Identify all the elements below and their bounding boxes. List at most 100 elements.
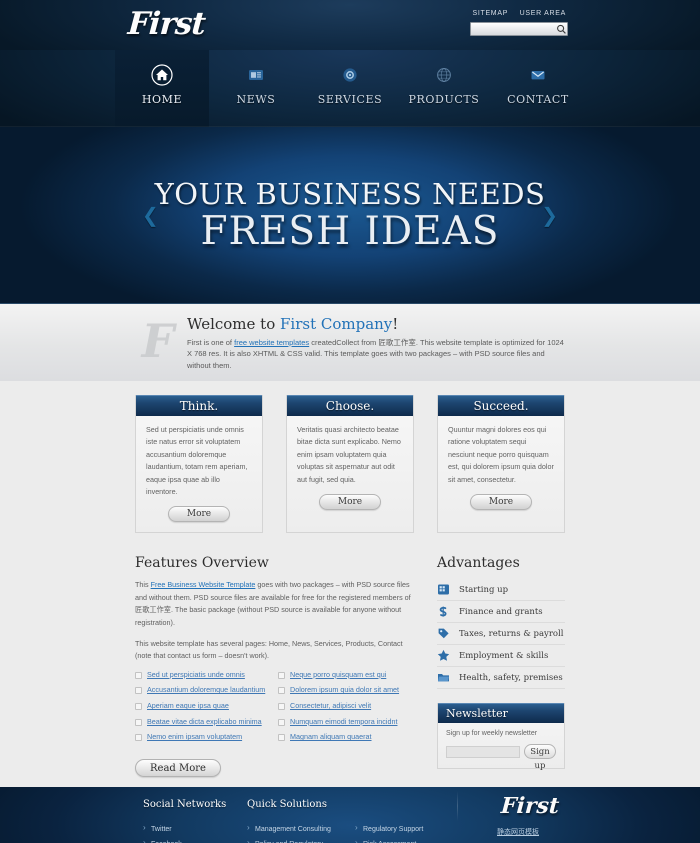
list-item[interactable]: Accusantium doloremque laudantium [135,686,275,695]
feature-box-header: Think. [136,395,262,416]
chevron-right-icon[interactable]: ❯ [541,203,558,227]
sitemap-link[interactable]: SITEMAP [472,10,508,17]
top-bar: First SITEMAP USER AREA [0,0,700,50]
feature-box-header: Choose. [287,395,413,416]
search-icon[interactable] [556,23,567,35]
list-item[interactable]: Consectetur, adipisci velit [278,701,418,711]
feature-box-body: Veritatis quasi architecto beatae bitae … [297,425,401,484]
main-navigation: HOME NEWS SERVICES PRODUCTS CONTACT [0,50,700,127]
search-input[interactable] [474,23,556,35]
feature-box-succeed: Succeed. Quuntur magni dolores eos qui r… [437,395,565,534]
feature-box-choose: Choose. Veritatis quasi architecto beata… [286,395,414,534]
list-item[interactable]: Dolorem ipsum quia dolor sit amet [278,686,418,695]
features-paragraph-2: This website template has several pages:… [135,638,403,661]
footer-divider [457,791,458,822]
footer-cn-link[interactable]: 静态网页模板 [497,827,539,837]
welcome-copy: First is one of free website templates c… [187,337,565,372]
footer-logo[interactable]: First [500,793,560,819]
feature-box-title: Succeed. [473,399,529,413]
nav-label-home: HOME [141,93,183,106]
welcome-title: Welcome to First Company! [187,315,565,333]
advantage-item-employment[interactable]: Employment & skills [437,645,565,668]
advantage-label: Starting up [459,584,509,595]
feature-box-title: Think. [179,399,219,413]
nav-item-products[interactable]: PRODUCTS [397,50,491,127]
page-root: First SITEMAP USER AREA HOME NEWS SERVIC… [0,0,700,843]
newsletter-signup-button[interactable]: Sign up [524,744,556,771]
advantage-item-health[interactable]: Health, safety, premises [437,667,565,690]
checkbox-icon[interactable] [135,702,142,710]
utility-links: SITEMAP USER AREA [463,10,566,17]
list-item-link[interactable]: Nemo enim ipsam voluptatem [147,733,242,742]
list-item[interactable]: Numquam eimodi tempora incidnt [278,717,418,727]
nav-item-contact[interactable]: CONTACT [491,50,585,127]
checkbox-icon[interactable] [278,702,285,710]
footer-link-management-consulting[interactable]: Management Consulting [247,824,331,833]
advantage-label: Taxes, returns & payroll [459,628,564,639]
list-item[interactable]: Aperiam eaque ipsa quae [135,701,275,711]
checkbox-icon[interactable] [135,718,142,726]
more-button-think[interactable]: More [168,506,230,523]
free-website-templates-link[interactable]: free website templates [234,338,309,347]
currency-icon [437,605,457,618]
list-item[interactable]: Neque porro quisquam est qui [278,670,418,680]
newsletter-title: Newsletter [446,707,508,721]
list-item-link[interactable]: Beatae vitae dicta explicabo minima [147,717,262,727]
checkbox-icon[interactable] [278,671,285,679]
checkbox-icon[interactable] [278,687,285,695]
nav-item-home[interactable]: HOME [115,50,209,127]
list-item-link[interactable]: Numquam eimodi tempora incidnt [290,717,397,727]
advantage-item-starting-up[interactable]: Starting up [437,579,565,602]
list-item[interactable]: Sed ut perspiciatis unde omnis [135,670,275,680]
advantage-label: Employment & skills [459,650,549,661]
list-item[interactable]: Magnam aliquam quaerat [278,733,418,742]
advantage-label: Health, safety, premises [459,672,563,683]
nav-label-news: NEWS [236,93,276,106]
advantage-item-finance[interactable]: Finance and grants [437,601,565,624]
list-item-link[interactable]: Dolorem ipsum quia dolor sit amet [290,686,399,695]
site-footer: Social Networks Twitter Facebook Flickr … [0,787,700,843]
newsletter-subtitle: Sign up for weekly newsletter [446,730,538,738]
more-button-succeed[interactable]: More [470,493,532,510]
advantages-list: Starting up Finance and grants Taxes, re… [437,579,565,690]
list-item-link[interactable]: Magnam aliquam quaerat [290,733,372,742]
checkbox-icon[interactable] [135,734,142,742]
feature-boxes: Think. Sed ut perspiciatis unde omnis is… [135,395,565,534]
features-overview-column: Features Overview This Free Business Web… [135,555,418,778]
hero-headline-line2: FRESH IDEAS [200,208,500,254]
read-more-button[interactable]: Read More [135,759,221,778]
footer-quick-column-2: Regulatory Support Risk Assessment Chang… [355,799,430,843]
welcome-title-prefix: Welcome to [187,314,280,333]
list-item-link[interactable]: Consectetur, adipisci velit [290,701,371,711]
checkbox-icon[interactable] [278,718,285,726]
free-business-template-link[interactable]: Free Business Website Template [151,580,256,589]
footer-link-regulatory-support[interactable]: Regulatory Support [355,824,430,833]
news-icon [248,62,264,88]
nav-label-contact: CONTACT [507,93,569,106]
list-item-link[interactable]: Accusantium doloremque laudantium [147,686,265,695]
checkbox-icon[interactable] [135,687,142,695]
checkbox-icon[interactable] [278,734,285,742]
footer-link-twitter[interactable]: Twitter [143,824,226,833]
hero-slider: YOUR BUSINESS NEEDS FRESH IDEAS ❮ ❯ [0,127,700,303]
chevron-left-icon[interactable]: ❮ [142,203,159,227]
features-checklists: Sed ut perspiciatis unde omnis Accusanti… [135,670,418,749]
nav-item-news[interactable]: NEWS [209,50,303,127]
list-item-link[interactable]: Sed ut perspiciatis unde omnis [147,670,245,680]
user-area-link[interactable]: USER AREA [520,10,566,17]
newsletter-email-input[interactable] [446,745,520,758]
advantage-item-taxes[interactable]: Taxes, returns & payroll [437,623,565,646]
features-p1-part-a: This [135,580,151,590]
list-item[interactable]: Nemo enim ipsam voluptatem [135,733,275,742]
nav-item-services[interactable]: SERVICES [303,50,397,127]
features-overview-heading: Features Overview [135,555,269,572]
advantage-label: Finance and grants [459,606,543,617]
list-item[interactable]: Beatae vitae dicta explicabo minima [135,717,275,727]
welcome-band: F Welcome to First Company! First is one… [0,303,700,381]
search-box[interactable] [470,22,568,36]
list-item-link[interactable]: Aperiam eaque ipsa quae [147,701,229,711]
list-item-link[interactable]: Neque porro quisquam est qui [290,670,386,680]
site-logo[interactable]: First [127,6,206,42]
checkbox-icon[interactable] [135,671,142,679]
more-button-choose[interactable]: More [319,493,381,510]
